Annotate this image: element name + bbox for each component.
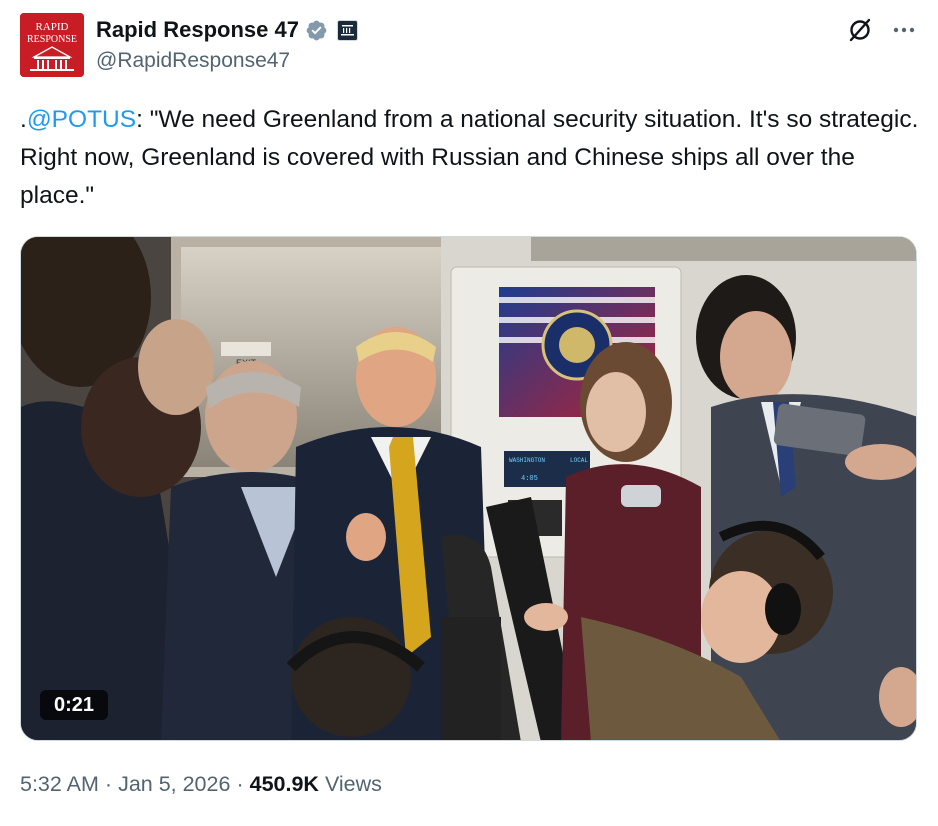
- grok-slash-icon[interactable]: [846, 16, 874, 44]
- tweet-prefix: .: [20, 106, 27, 133]
- meta-separator: ·: [236, 772, 244, 796]
- screen-panel-label: WASHINGTON: [509, 457, 545, 464]
- screen-panel-label2: LOCAL: [570, 457, 588, 464]
- meta-separator: ·: [104, 772, 113, 796]
- views-label: Views: [324, 772, 382, 796]
- author-display-name[interactable]: Rapid Response 47: [96, 16, 299, 44]
- white-house-affiliation-icon[interactable]: [336, 19, 358, 41]
- tweet-text: .@POTUS: "We need Greenland from a natio…: [20, 101, 920, 215]
- screen-panel-value: 4:05: [521, 475, 538, 483]
- tweet-time[interactable]: 5:32 AM: [20, 772, 99, 796]
- tweet: RAPID RESPONSE Rapid Response 47 @RapidR…: [0, 0, 938, 826]
- author-avatar[interactable]: RAPID RESPONSE: [20, 13, 84, 77]
- video-duration-badge: 0:21: [40, 690, 108, 720]
- avatar-text-line2: RESPONSE: [27, 34, 77, 45]
- author-handle[interactable]: @RapidResponse47: [96, 48, 290, 74]
- mention-link[interactable]: @POTUS: [27, 106, 136, 133]
- more-horizontal-icon[interactable]: [890, 16, 918, 44]
- tweet-body: : "We need Greenland from a national sec…: [20, 106, 919, 209]
- video-player[interactable]: EXIT WASHINGTON LOCAL 4:05: [20, 236, 917, 741]
- tweet-date[interactable]: Jan 5, 2026: [118, 772, 230, 796]
- avatar-text-line1: RAPID: [35, 21, 68, 33]
- views-count: 450.9K: [249, 772, 319, 796]
- tweet-meta: 5:32 AM · Jan 5, 2026 · 450.9K Views: [20, 770, 382, 798]
- verified-badge-icon[interactable]: [305, 19, 328, 42]
- author-name-row: Rapid Response 47: [96, 16, 358, 44]
